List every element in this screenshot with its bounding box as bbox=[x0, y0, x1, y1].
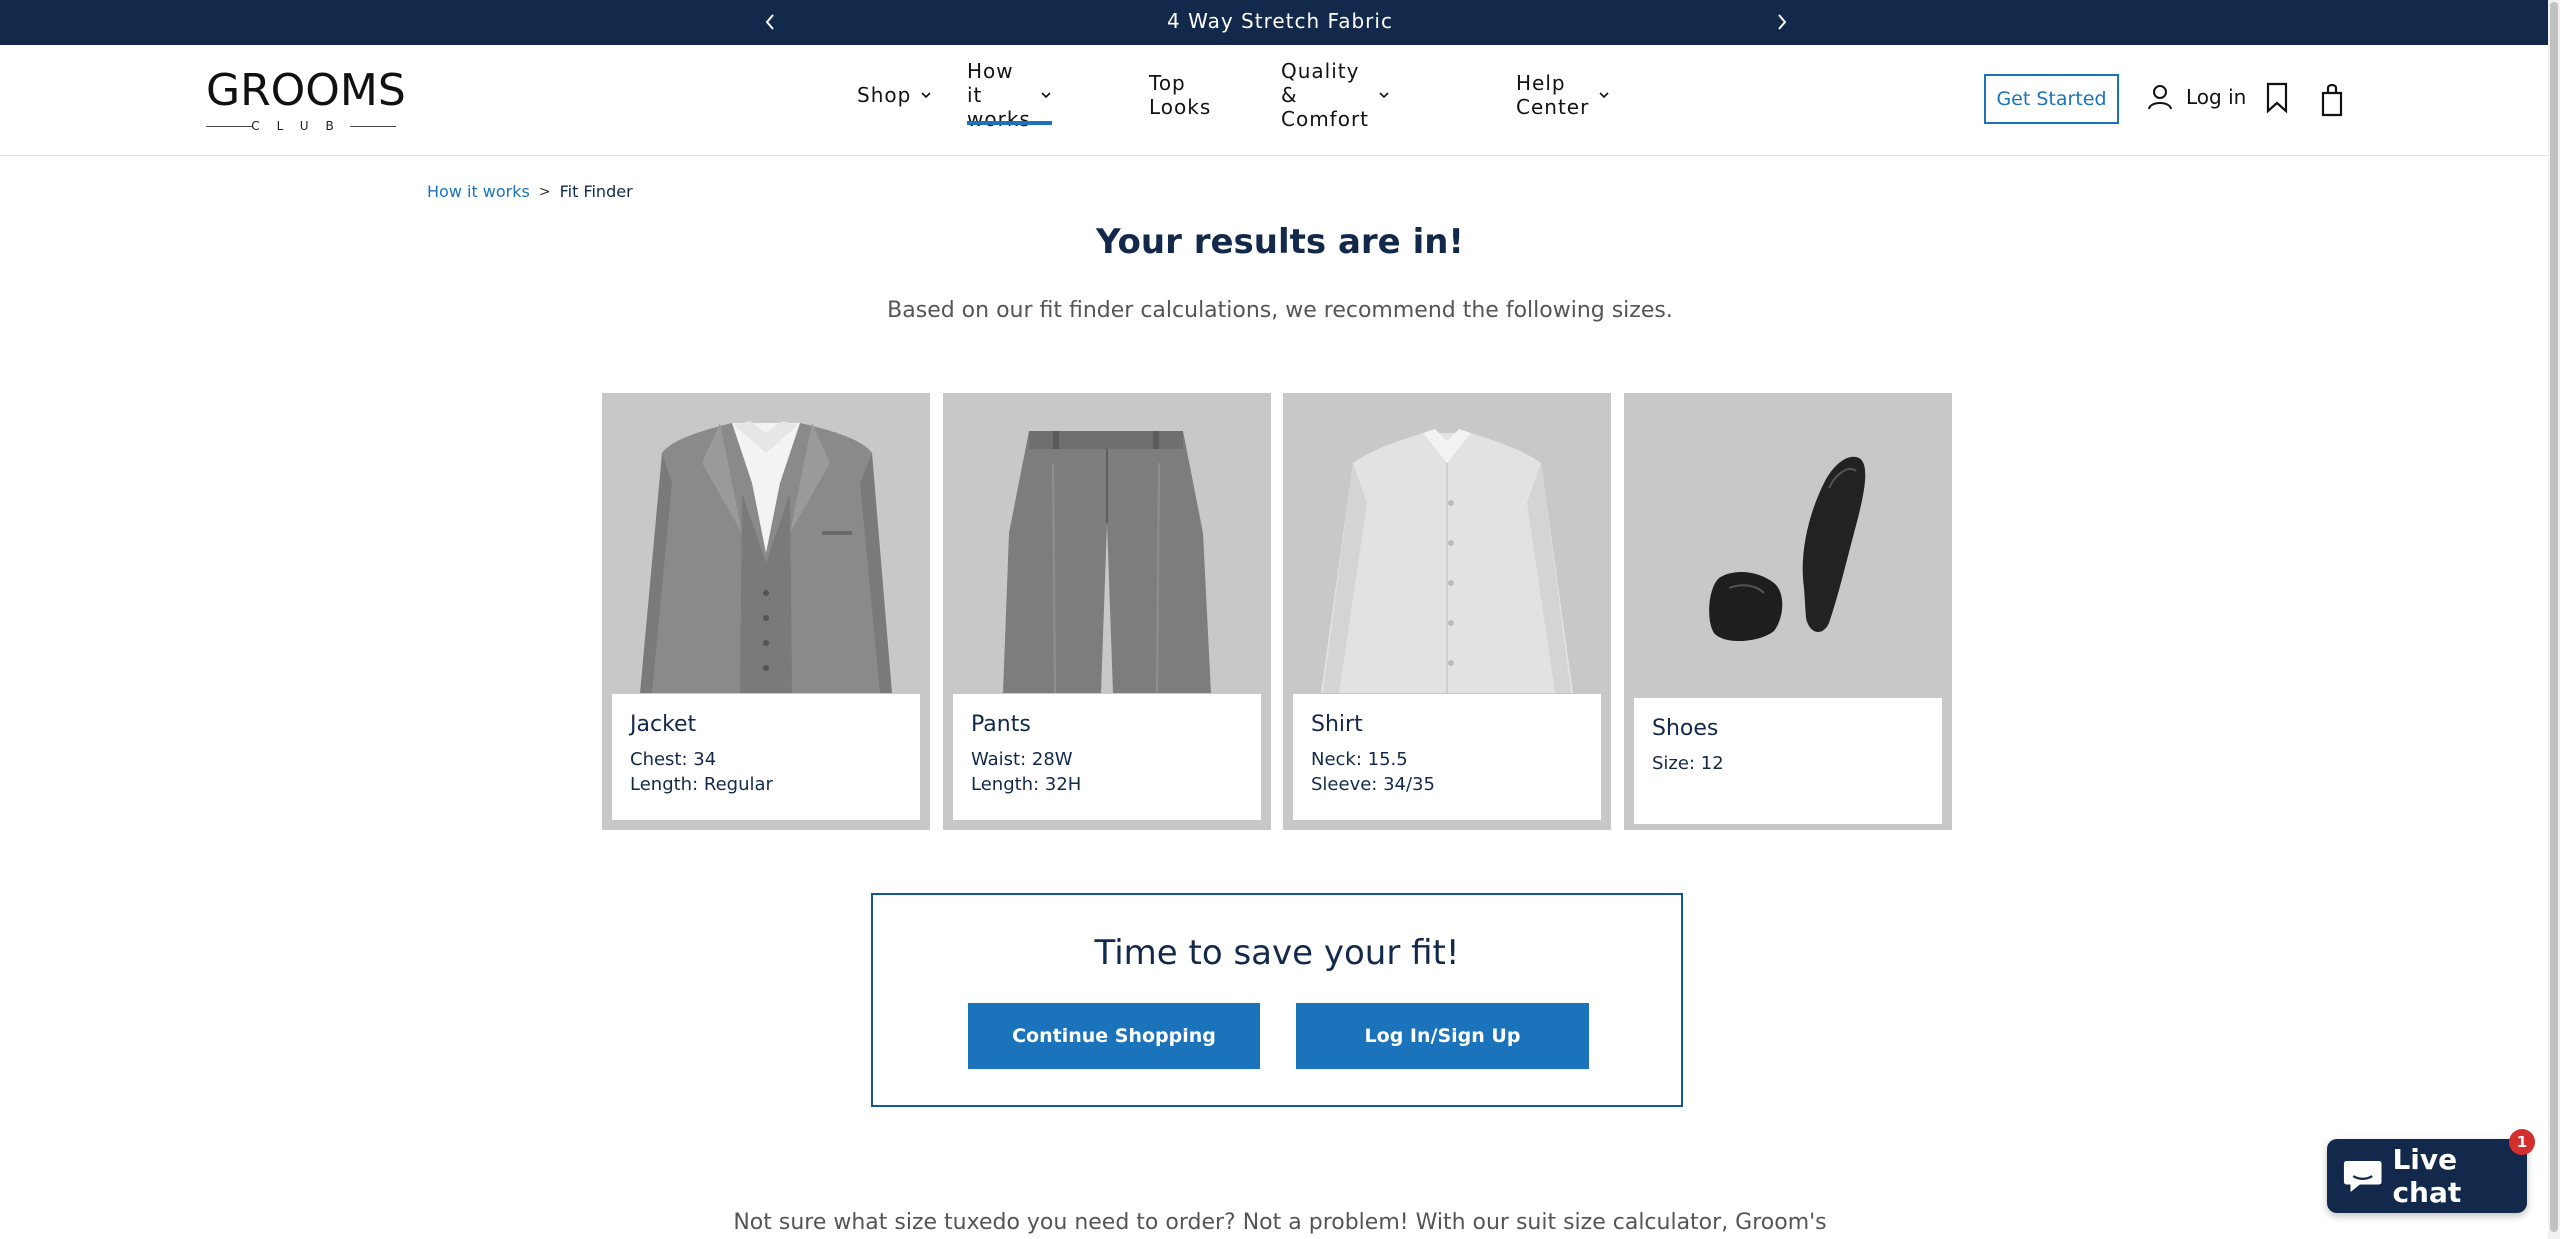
size-card-jacket: Jacket Chest: 34 Length: Regular bbox=[602, 393, 930, 830]
nav-item-top-looks[interactable]: Top Looks bbox=[1149, 71, 1211, 119]
card-detail: Length: 32H bbox=[971, 774, 1082, 795]
scrollbar[interactable] bbox=[2548, 0, 2560, 1239]
nav-item-how-it-works[interactable]: How it works bbox=[967, 59, 1052, 131]
nav-label: How it works bbox=[967, 59, 1031, 131]
breadcrumb-separator: > bbox=[538, 183, 551, 200]
logo-subtext: CLUB bbox=[206, 119, 396, 133]
live-chat-label: Live chat bbox=[2392, 1143, 2462, 1209]
card-detail: Chest: 34 bbox=[630, 749, 717, 770]
announcement-bar: 4 Way Stretch Fabric bbox=[0, 0, 2560, 45]
card-detail: Waist: 28W bbox=[971, 749, 1073, 770]
login-signup-button[interactable]: Log In/Sign Up bbox=[1296, 1003, 1589, 1069]
page-title: Your results are in! bbox=[1096, 222, 1464, 262]
card-name: Jacket bbox=[630, 712, 697, 737]
jacket-info: Jacket Chest: 34 Length: Regular bbox=[612, 694, 920, 820]
chat-bubble-icon bbox=[2343, 1160, 2382, 1192]
chevron-right-icon[interactable] bbox=[1770, 10, 1794, 34]
shirt-info: Shirt Neck: 15.5 Sleeve: 34/35 bbox=[1293, 694, 1601, 820]
card-detail: Neck: 15.5 bbox=[1311, 749, 1408, 770]
site-header: GROOMS CLUB Shop How it works Top Looks … bbox=[0, 45, 2560, 156]
card-name: Shoes bbox=[1652, 716, 1719, 741]
nav-label: Quality & Comfort bbox=[1281, 59, 1370, 131]
card-name: Shirt bbox=[1311, 712, 1363, 737]
scrollbar-thumb[interactable] bbox=[2550, 2, 2558, 1232]
pants-info: Pants Waist: 28W Length: 32H bbox=[953, 694, 1261, 820]
breadcrumb-how-it-works[interactable]: How it works bbox=[427, 182, 530, 201]
nav-item-help-center[interactable]: Help Center bbox=[1516, 71, 1610, 119]
announcement-message: 4 Way Stretch Fabric bbox=[1167, 9, 1393, 33]
chevron-down-icon bbox=[920, 89, 932, 101]
notification-badge: 1 bbox=[2509, 1129, 2535, 1155]
get-started-button[interactable]: Get Started bbox=[1984, 74, 2119, 124]
shoes-image bbox=[1624, 393, 1952, 693]
shoes-info: Shoes Size: 12 bbox=[1634, 698, 1942, 824]
size-card-pants: Pants Waist: 28W Length: 32H bbox=[943, 393, 1271, 830]
logo-wordmark: GROOMS bbox=[206, 65, 406, 116]
chevron-down-icon bbox=[1378, 89, 1390, 101]
size-card-shoes: Shoes Size: 12 bbox=[1624, 393, 1952, 830]
nav-label: Shop bbox=[857, 83, 912, 107]
card-name: Pants bbox=[971, 712, 1031, 737]
size-card-shirt: Shirt Neck: 15.5 Sleeve: 34/35 bbox=[1283, 393, 1611, 830]
live-chat-button[interactable]: Live chat 1 bbox=[2327, 1129, 2535, 1213]
description-text: Not sure what size tuxedo you need to or… bbox=[733, 1210, 1827, 1235]
login-label: Log in bbox=[2186, 85, 2247, 109]
chevron-down-icon bbox=[1040, 89, 1052, 101]
jacket-image bbox=[602, 393, 930, 693]
save-fit-panel: Time to save your fit! Continue Shopping… bbox=[871, 893, 1683, 1107]
page-subtitle: Based on our fit finder calculations, we… bbox=[887, 298, 1673, 323]
save-fit-title: Time to save your fit! bbox=[1094, 933, 1460, 973]
shirt-image bbox=[1283, 393, 1611, 693]
login-link[interactable]: Log in bbox=[2146, 83, 2246, 111]
card-detail: Sleeve: 34/35 bbox=[1311, 774, 1435, 795]
nav-item-quality-comfort[interactable]: Quality & Comfort bbox=[1281, 59, 1390, 131]
card-detail: Size: 12 bbox=[1652, 753, 1724, 774]
bookmark-icon[interactable] bbox=[2264, 82, 2290, 118]
user-icon bbox=[2148, 85, 2172, 110]
nav-label: Top Looks bbox=[1149, 71, 1212, 119]
logo[interactable]: GROOMS CLUB bbox=[206, 65, 406, 133]
nav-label: Help Center bbox=[1516, 71, 1590, 119]
card-detail: Length: Regular bbox=[630, 774, 773, 795]
pants-image bbox=[943, 393, 1271, 693]
chevron-down-icon bbox=[1598, 89, 1610, 101]
breadcrumb: How it works > Fit Finder bbox=[427, 182, 633, 201]
shopping-bag-icon[interactable] bbox=[2319, 82, 2345, 122]
continue-shopping-button[interactable]: Continue Shopping bbox=[968, 1003, 1260, 1069]
nav-item-shop[interactable]: Shop bbox=[857, 80, 932, 110]
breadcrumb-current: Fit Finder bbox=[559, 182, 633, 201]
